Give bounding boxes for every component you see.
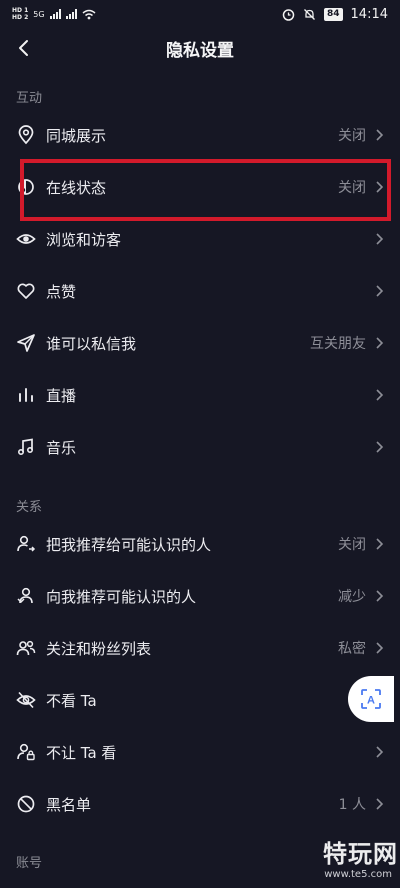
page-title: 隐私设置 [166,40,234,61]
chevron-right-icon [376,389,384,401]
row-label: 音乐 [46,438,77,457]
row-who-can-message[interactable]: 谁可以私信我 互关朋友 [0,317,400,369]
row-hide-from-them[interactable]: 不让 Ta 看 [0,726,400,778]
row-music[interactable]: 音乐 [0,421,400,473]
row-label: 向我推荐可能认识的人 [46,587,197,606]
row-value: 关闭 [338,128,366,144]
row-value: 互关朋友 [310,336,366,352]
scan-glyph: A [367,695,375,707]
status-left: HD 1 HD 2 5G [12,7,96,21]
chevron-right-icon [376,538,384,550]
sim2-label: HD 2 [12,14,29,21]
row-value: 关闭 [338,180,366,196]
row-label: 点赞 [46,282,77,301]
row-label: 不让 Ta 看 [46,743,117,762]
heart-icon [16,281,36,301]
floating-assistant-button[interactable]: A [348,676,394,722]
chevron-right-icon [376,746,384,758]
row-value: 1 人 [338,797,366,813]
chevron-right-icon [376,181,384,193]
network-label: 5G [33,9,45,19]
eye-icon [16,229,36,249]
send-icon [16,333,36,353]
chevron-right-icon [376,642,384,654]
user-recommend-icon [16,586,36,606]
row-label: 把我推荐给可能认识的人 [46,535,212,554]
section-header-relations: 关系 [16,500,43,515]
watermark-url: www.te5.com [324,869,392,880]
row-hide-their-posts[interactable]: 不看 Ta [0,674,400,726]
online-status-icon [16,177,36,197]
wifi-icon [82,9,96,19]
clock: 14:14 [350,6,388,22]
status-right: 84 14:14 [282,7,388,22]
chevron-right-icon [376,441,384,453]
eye-off-icon [16,690,36,710]
row-label: 直播 [46,386,77,405]
row-views-visitors[interactable]: 浏览和访客 [0,213,400,265]
sim1-label: HD 1 [12,7,29,14]
block-icon [16,794,36,814]
users-icon [16,638,36,658]
back-arrow-icon[interactable] [14,38,34,58]
bars-icon [16,385,36,405]
signal2-icon [65,9,77,19]
user-share-icon [16,534,36,554]
row-value: 关闭 [338,537,366,553]
section-header-interaction: 互动 [16,91,43,106]
row-nearby-display[interactable]: 同城展示 关闭 [0,109,400,161]
row-value: 减少 [338,589,366,605]
row-label: 关注和粉丝列表 [46,639,152,658]
watermark-logo: 特玩网 [323,840,398,868]
sim-indicator: HD 1 HD 2 [12,7,28,21]
row-recommend-me[interactable]: 把我推荐给可能认识的人 关闭 [0,518,400,570]
scan-text-icon: A [361,689,381,709]
chevron-right-icon [376,337,384,349]
row-label: 谁可以私信我 [46,334,137,353]
row-label: 同城展示 [46,126,107,145]
location-pin-icon [16,125,36,145]
section-header-account: 账号 [16,856,43,871]
row-live[interactable]: 直播 [0,369,400,421]
watermark: 特玩网 www.te5.com [298,834,398,884]
row-recommend-to-me[interactable]: 向我推荐可能认识的人 减少 [0,570,400,622]
chevron-right-icon [376,233,384,245]
signal-icon [49,9,61,19]
row-label: 在线状态 [46,178,107,197]
row-follow-fans-list[interactable]: 关注和粉丝列表 私密 [0,622,400,674]
chevron-right-icon [376,129,384,141]
row-blacklist[interactable]: 黑名单 1 人 [0,778,400,830]
status-bar: HD 1 HD 2 5G 84 14:14 [0,0,400,28]
row-label: 不看 Ta [46,691,97,710]
music-note-icon [16,437,36,457]
alarm-icon [282,8,295,21]
chevron-right-icon [376,798,384,810]
chevron-right-icon [376,590,384,602]
row-label: 浏览和访客 [46,230,122,249]
row-likes[interactable]: 点赞 [0,265,400,317]
nav-bar: 隐私设置 [0,28,400,68]
row-label: 黑名单 [46,795,92,814]
user-lock-icon [16,742,36,762]
chevron-right-icon [376,285,384,297]
battery-indicator: 84 [324,7,343,21]
row-online-status[interactable]: 在线状态 关闭 [0,161,400,213]
mute-bell-icon [304,8,315,20]
row-value: 私密 [338,641,366,657]
